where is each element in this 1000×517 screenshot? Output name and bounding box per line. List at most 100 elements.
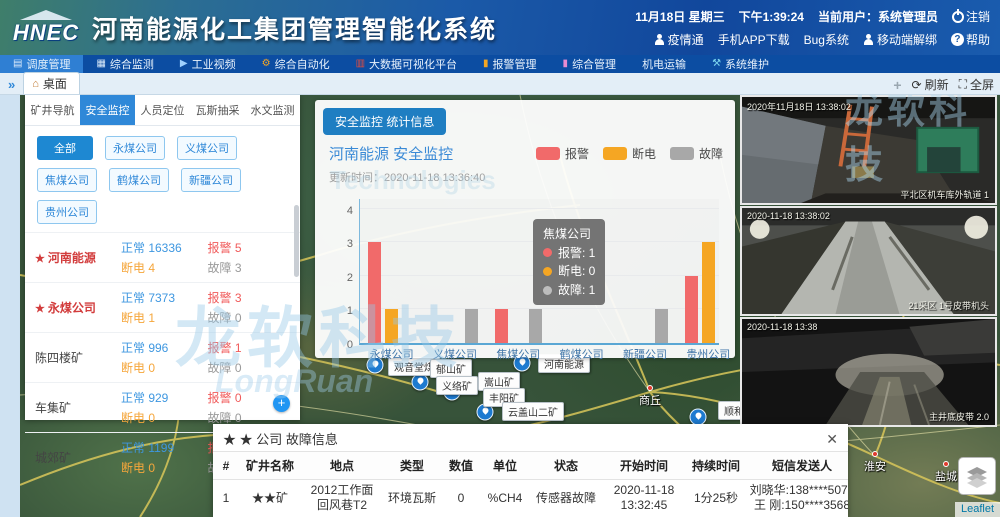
map-layers-control[interactable] — [958, 457, 996, 495]
header-link-1[interactable]: 手机APP下载 — [718, 31, 790, 48]
y-axis-tick: 3 — [327, 238, 353, 250]
nav-item-2[interactable]: ▶工业视频 — [167, 55, 249, 73]
marker-pin-icon[interactable] — [690, 409, 707, 426]
table-header-3: 类型 — [383, 452, 441, 480]
chart-legend: 报警断电故障 — [536, 145, 723, 162]
panel-scrollbar[interactable] — [294, 205, 299, 277]
mine-list-item[interactable]: 陈四楼矿正常 996报警 1断电 0故障 0 — [25, 332, 300, 382]
stat-alarm: 报警 5 — [208, 239, 291, 256]
filter-button-3[interactable]: 焦煤公司 — [37, 168, 97, 192]
legend-item-2[interactable]: 故障 — [670, 145, 723, 162]
y-axis-tick: 1 — [327, 305, 353, 317]
bar-故障[interactable] — [465, 309, 478, 343]
fault-dialog-titlebar: ★ ★ 公司 故障信息 ✕ — [213, 424, 848, 451]
tab-desktop-label: 桌面 — [43, 75, 67, 92]
nav-item-3[interactable]: ⚙综合自动化 — [249, 55, 343, 73]
refresh-icon: ⟳ — [912, 78, 922, 92]
person-icon — [863, 34, 874, 45]
nav-item-6[interactable]: ▮综合管理 — [550, 55, 630, 73]
header-link-4[interactable]: ?帮助 — [951, 31, 990, 48]
logo-text: HNEC — [0, 20, 92, 46]
map-edge-strip — [0, 95, 20, 517]
x-axis-label: 焦煤公司 — [487, 346, 550, 362]
chevron-right-icon[interactable]: » — [0, 77, 23, 94]
mine-name: 城郊矿 — [35, 449, 121, 466]
filter-button-2[interactable]: 义煤公司 — [177, 136, 237, 160]
table-cell-line: 2012工作面 — [303, 483, 381, 498]
table-cell-line: 13:32:45 — [605, 498, 683, 513]
screen-icon: ▦ — [96, 59, 105, 69]
table-cell: 环境瓦斯 — [383, 480, 441, 517]
nav-item-0[interactable]: ▤调度管理 — [0, 55, 83, 73]
panel-tab-2[interactable]: 人员定位 — [135, 95, 190, 125]
nav-item-1[interactable]: ▦综合监测 — [83, 55, 166, 73]
marker-pin-icon[interactable] — [412, 374, 429, 391]
fullscreen-button[interactable]: ⛶全屏 — [959, 76, 994, 93]
legend-item-0[interactable]: 报警 — [536, 145, 589, 162]
camera-feed-3[interactable]: 2020-11-18 13:38 主井底皮带 2.0 — [740, 317, 997, 427]
bar-断电[interactable] — [702, 242, 715, 343]
tab-desktop[interactable]: ⌂ 桌面 — [23, 72, 80, 94]
video-icon: ▶ — [180, 59, 188, 69]
header-link-3[interactable]: 移动端解绑 — [863, 31, 937, 48]
camera-2-caption: 21采区 1号皮带机头 — [908, 299, 989, 312]
bar-报警[interactable] — [685, 276, 698, 343]
bar-报警[interactable] — [368, 242, 381, 343]
add-tab-icon[interactable]: + — [893, 77, 901, 93]
marker-label[interactable]: 义络矿 — [436, 376, 478, 395]
legend-item-1[interactable]: 断电 — [603, 145, 656, 162]
statistics-panel: 安全监控 统计信息 河南能源 安全监控 更新时间：2020-11-18 13:3… — [315, 100, 735, 358]
filter-button-1[interactable]: 永煤公司 — [105, 136, 165, 160]
monitor-icon: ▤ — [13, 59, 22, 69]
table-cell-line: %CH4 — [483, 491, 527, 506]
panel-tab-4[interactable]: 水文监测 — [245, 95, 300, 125]
map-attribution[interactable]: Leaflet — [955, 502, 1000, 517]
panel-expand-button[interactable]: + — [273, 395, 290, 412]
nav-item-4[interactable]: ▥大数据可视化平台 — [343, 55, 470, 73]
header-link-2[interactable]: Bug系统 — [804, 31, 849, 48]
nav-item-7[interactable]: 机电运输 — [629, 55, 699, 73]
header-link-label: 帮助 — [966, 31, 990, 48]
camera-feed-1[interactable]: 2020年11月18日 13:38:02 平北区机车库外轨道 1 — [740, 95, 997, 205]
panel-tab-0[interactable]: 矿井导航 — [25, 95, 80, 125]
header-link-label: 移动端解绑 — [877, 31, 937, 48]
city-dot-icon — [647, 385, 653, 391]
mine-name: 陈四楼矿 — [35, 349, 121, 366]
header-link-0[interactable]: 疫情通 — [654, 31, 704, 48]
panel-tab-3[interactable]: 瓦斯抽采 — [190, 95, 245, 125]
bar-报警[interactable] — [495, 309, 508, 343]
stat-power: 断电 1 — [121, 309, 204, 326]
mine-list-item[interactable]: ★河南能源正常 16336报警 5断电 4故障 3 — [25, 232, 300, 282]
close-icon[interactable]: ✕ — [826, 432, 838, 446]
tooltip-text: 报警: 1 — [558, 244, 595, 263]
table-cell-line: 1 — [215, 491, 237, 506]
help-icon: ? — [951, 33, 964, 46]
bar-故障[interactable] — [655, 309, 668, 343]
camera-feed-2[interactable]: 2020-11-18 13:38:02 21采区 1号皮带机头 — [740, 206, 997, 316]
camera-2-timestamp: 2020-11-18 13:38:02 — [747, 211, 830, 221]
nav-item-5[interactable]: ▮报警管理 — [470, 55, 550, 73]
stat-normal: 正常 16336 — [121, 239, 204, 256]
statistics-header-button[interactable]: 安全监控 统计信息 — [323, 108, 446, 135]
filter-button-5[interactable]: 新疆公司 — [181, 168, 241, 192]
nav-item-8[interactable]: ⚒系统维护 — [699, 55, 782, 73]
filter-button-6[interactable]: 贵州公司 — [37, 200, 97, 224]
refresh-button[interactable]: ⟳刷新 — [912, 76, 949, 93]
chart-updated-time: 更新时间：2020-11-18 13:36:40 — [329, 169, 485, 185]
filter-button-4[interactable]: 鹤煤公司 — [109, 168, 169, 192]
stat-alarm: 报警 1 — [208, 339, 291, 356]
marker-label[interactable]: 云盖山二矿 — [502, 402, 564, 421]
logout-button[interactable]: 注销 — [952, 8, 990, 25]
panel-tab-1[interactable]: 安全监控 — [80, 95, 135, 125]
bar-故障[interactable] — [529, 309, 542, 343]
mine-stats: 正常 996报警 1断电 0故障 0 — [121, 339, 290, 376]
filter-button-0[interactable]: 全部 — [37, 136, 93, 160]
bar-group-4: 新疆公司 — [613, 199, 676, 343]
table-cell: 传感器故障 — [529, 480, 603, 517]
mine-stats: 正常 16336报警 5断电 4故障 3 — [121, 239, 290, 276]
bar-断电[interactable] — [385, 309, 398, 343]
mine-list-item[interactable]: ★永煤公司正常 7373报警 3断电 1故障 0 — [25, 282, 300, 332]
table-row[interactable]: 1★★矿2012工作面回风巷T2环境瓦斯0%CH4传感器故障2020-11-18… — [213, 480, 848, 517]
page-title: 河南能源化工集团管理智能化系统 — [92, 10, 497, 46]
table-cell: 2012工作面回风巷T2 — [301, 480, 383, 517]
